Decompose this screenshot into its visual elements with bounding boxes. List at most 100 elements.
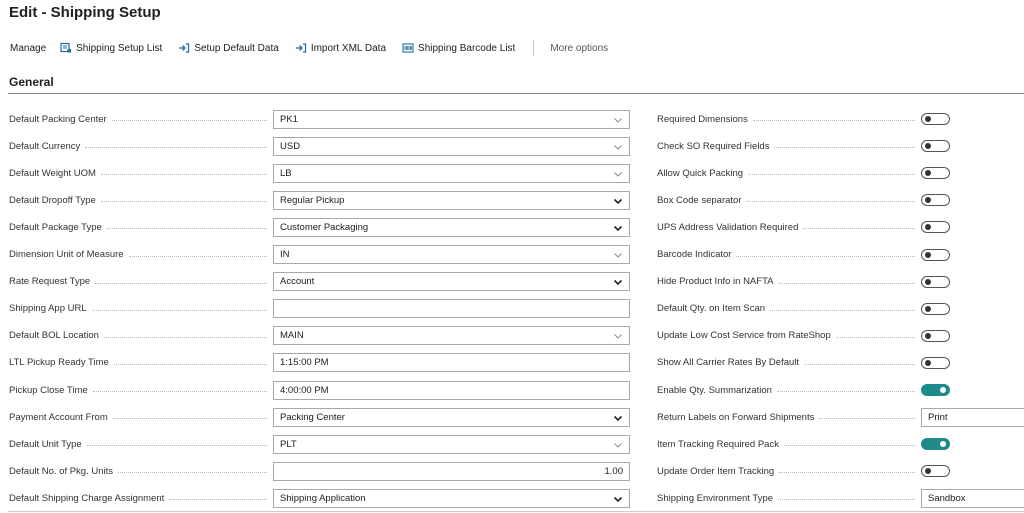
field-label: Update Low Cost Service from RateShop <box>657 330 921 341</box>
shipping-app-url-input[interactable] <box>273 299 630 319</box>
update-low-cost-service-from-rateshop-toggle[interactable] <box>921 329 950 342</box>
allow-quick-packing-toggle[interactable] <box>921 167 950 180</box>
field-label: Default Currency <box>9 141 273 152</box>
label-leader-dots <box>835 336 915 338</box>
chevron-down-icon <box>613 413 623 423</box>
field-label: Default BOL Location <box>9 330 273 341</box>
field-label: Default Shipping Charge Assignment <box>9 493 273 504</box>
import-xml-data-button[interactable]: Import XML Data <box>295 42 386 54</box>
manage-menu[interactable]: Manage <box>10 43 46 54</box>
shipping-setup-list-button[interactable]: Shipping Setup List <box>60 42 162 54</box>
field-label: Shipping Environment Type <box>657 493 921 504</box>
default-currency-input[interactable]: USD <box>273 136 630 156</box>
update-order-item-tracking-toggle[interactable] <box>921 465 950 478</box>
payment-account-from-select[interactable]: Packing Center <box>273 407 630 427</box>
field-row-barcode-indicator: Barcode Indicator <box>657 244 950 266</box>
field-label: Default Unit Type <box>9 439 273 450</box>
chevron-down-icon <box>613 250 623 260</box>
chevron-down-icon <box>613 440 623 450</box>
label-leader-dots <box>112 418 267 420</box>
field-label-text: Update Low Cost Service from RateShop <box>657 330 831 342</box>
required-dimensions-toggle[interactable] <box>921 113 950 125</box>
field-label: UPS Address Validation Required <box>657 222 921 233</box>
list-edit-icon <box>60 42 72 54</box>
field-label-text: Default No. of Pkg. Units <box>9 465 114 477</box>
barcode-indicator-toggle[interactable] <box>921 248 950 261</box>
field-value: LB <box>280 167 292 179</box>
label-leader-dots <box>748 174 915 176</box>
field-row-default-weight-uom: Default Weight UOM LB <box>9 162 630 184</box>
label-leader-dots <box>803 228 915 230</box>
field-label: Default Packing Center <box>9 114 273 125</box>
default-shipping-charge-assignment-select[interactable]: Shipping Application <box>273 488 630 508</box>
field-row-dimension-unit-of-measure: Dimension Unit of Measure IN <box>9 244 630 266</box>
field-label: Shipping App URL <box>9 303 273 314</box>
field-row-required-dimensions: Required Dimensions <box>657 108 950 130</box>
setup-default-data-button[interactable]: Setup Default Data <box>178 42 279 54</box>
field-value: Customer Packaging <box>280 221 369 233</box>
field-label: Barcode Indicator <box>657 249 921 260</box>
page-title: Edit - Shipping Setup <box>9 4 161 21</box>
field-label: Enable Qty. Summarization <box>657 385 921 396</box>
field-value: 4:00:00 PM <box>280 384 329 396</box>
label-leader-dots <box>774 147 915 149</box>
field-value: PK1 <box>280 113 298 125</box>
field-value: PLT <box>280 438 297 450</box>
field-label-text: Box Code separator <box>657 194 742 206</box>
field-label: Box Code separator <box>657 195 921 206</box>
field-label-text: Update Order Item Tracking <box>657 465 775 477</box>
ups-address-validation-required-toggle[interactable] <box>921 221 950 234</box>
default-bol-location-input[interactable]: MAIN <box>273 326 630 346</box>
toggle-knob <box>925 197 931 204</box>
field-label-text: Check SO Required Fields <box>657 140 770 152</box>
barcode-list-icon <box>402 42 414 54</box>
field-value: MAIN <box>280 330 304 342</box>
toggle-knob <box>925 170 931 177</box>
ltl-pickup-ready-time-input[interactable]: 1:15:00 PM <box>273 353 630 373</box>
rate-request-type-select[interactable]: Account <box>273 272 630 292</box>
default-package-type-select[interactable]: Customer Packaging <box>273 217 630 237</box>
enable-qty-summarization-toggle[interactable] <box>921 384 950 396</box>
field-row-default-packing-center: Default Packing Center PK1 <box>9 108 630 130</box>
section-title-general[interactable]: General <box>9 75 54 89</box>
field-label-text: Rate Request Type <box>9 276 91 288</box>
field-row-pickup-close-time: Pickup Close Time 4:00:00 PM <box>9 379 630 401</box>
return-labels-on-forward-shipments-select[interactable]: Print <box>921 407 1024 427</box>
field-label-text: Default Shipping Charge Assignment <box>9 492 165 504</box>
label-leader-dots <box>100 201 267 203</box>
label-leader-dots <box>819 418 915 420</box>
label-leader-dots <box>746 201 915 203</box>
toggle-knob <box>925 468 931 475</box>
chevron-down-icon <box>613 169 623 179</box>
box-code-separator-toggle[interactable] <box>921 194 950 207</box>
chevron-down-icon <box>613 223 623 233</box>
default-dropoff-type-select[interactable]: Regular Pickup <box>273 190 630 210</box>
label-leader-dots <box>778 282 915 284</box>
toggle-knob <box>925 143 931 150</box>
label-leader-dots <box>776 391 915 392</box>
default-packing-center-input[interactable]: PK1 <box>273 109 630 129</box>
chevron-down-icon <box>613 277 623 287</box>
label-leader-dots <box>95 282 267 284</box>
field-label: Default No. of Pkg. Units <box>9 466 273 477</box>
label-leader-dots <box>804 363 915 365</box>
more-options-button[interactable]: More options <box>550 43 608 54</box>
hide-product-info-in-nafta-toggle[interactable] <box>921 275 950 288</box>
default-unit-type-input[interactable]: PLT <box>273 434 630 454</box>
label-leader-dots <box>85 147 267 149</box>
chevron-down-icon <box>613 115 623 125</box>
field-label-text: Pickup Close Time <box>9 384 88 396</box>
field-row-item-tracking-required-pack: Item Tracking Required Pack <box>657 433 950 455</box>
default-no-of-pkg-units-input[interactable]: 1.00 <box>273 461 630 481</box>
check-so-required-fields-toggle[interactable] <box>921 140 950 153</box>
show-all-carrier-rates-by-default-toggle[interactable] <box>921 356 950 369</box>
shipping-environment-type-select[interactable]: Sandbox <box>921 488 1024 508</box>
item-tracking-required-pack-toggle[interactable] <box>921 438 950 451</box>
pickup-close-time-input[interactable]: 4:00:00 PM <box>273 380 630 400</box>
field-label-text: Default Dropoff Type <box>9 194 96 206</box>
dimension-unit-of-measure-input[interactable]: IN <box>273 245 630 264</box>
field-row-ltl-pickup-ready-time: LTL Pickup Ready Time 1:15:00 PM <box>9 352 630 374</box>
shipping-barcode-list-button[interactable]: Shipping Barcode List <box>402 42 515 54</box>
default-qty-on-item-scan-toggle[interactable] <box>921 302 950 315</box>
default-weight-uom-input[interactable]: LB <box>273 163 630 183</box>
